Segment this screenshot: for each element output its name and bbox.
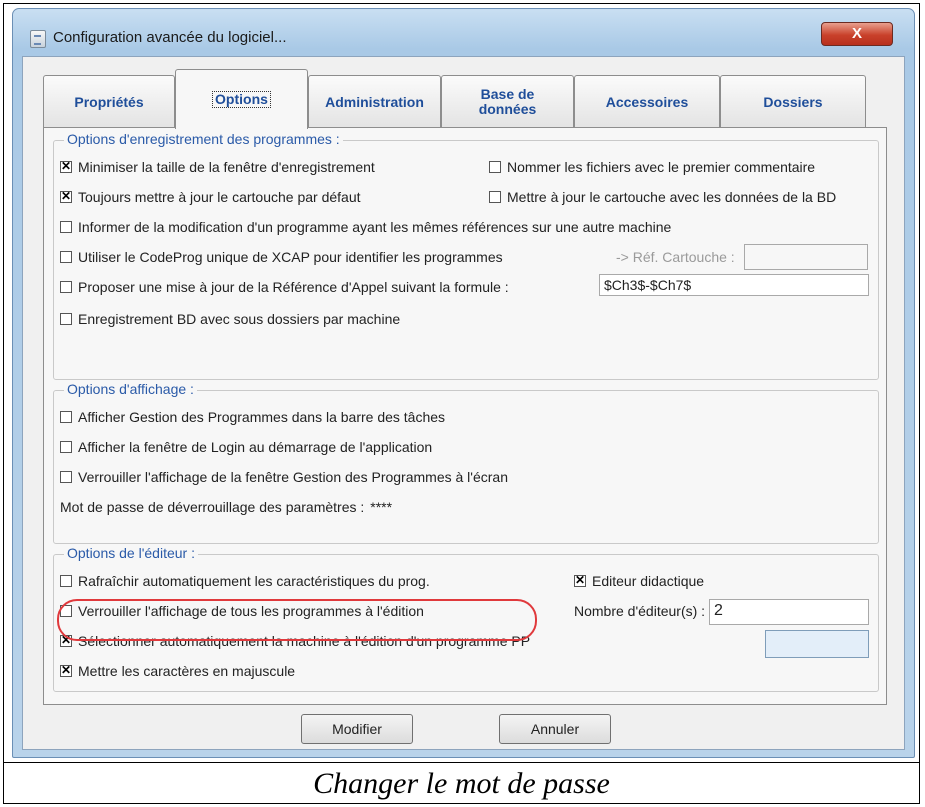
show-login-checkbox-row[interactable]: Afficher la fenêtre de Login au démarrag… bbox=[60, 437, 432, 457]
tab-label: Options bbox=[212, 91, 271, 108]
minimize-checkbox-row[interactable]: Minimiser la taille de la fenêtre d'enre… bbox=[60, 157, 375, 177]
propose-update-checkbox-row[interactable]: Proposer une mise à jour de la Référence… bbox=[60, 277, 509, 297]
ref-cartouche-label: -> Réf. Cartouche : bbox=[616, 249, 735, 265]
show-taskbar-checkbox-row[interactable]: Afficher Gestion des Programmes dans la … bbox=[60, 407, 445, 427]
checkbox-checked[interactable] bbox=[60, 189, 72, 203]
checkbox-label: Afficher Gestion des Programmes dans la … bbox=[78, 409, 446, 425]
checkbox-label: Rafraîchir automatiquement les caractéri… bbox=[78, 573, 430, 589]
ref-cartouche-field[interactable] bbox=[744, 244, 868, 270]
tab-label: Propriétés bbox=[74, 93, 144, 110]
password-field[interactable]: **** bbox=[370, 499, 392, 515]
window-title: Configuration avancée du logiciel... bbox=[53, 29, 287, 46]
checkbox-label: Editeur didactique bbox=[592, 573, 705, 589]
checkbox-label: Minimiser la taille de la fenêtre d'enre… bbox=[78, 159, 375, 175]
inform-modification-checkbox-row[interactable]: Informer de la modification d'un program… bbox=[60, 217, 671, 237]
app-icon bbox=[30, 30, 46, 48]
tab-label: Dossiers bbox=[763, 93, 823, 110]
group-title: Options d'affichage : bbox=[64, 381, 197, 397]
modify-button[interactable]: Modifier bbox=[301, 714, 413, 744]
checkbox-label: Nommer les fichiers avec le premier comm… bbox=[507, 159, 816, 175]
editor-color-field[interactable] bbox=[765, 630, 869, 658]
checkbox[interactable] bbox=[60, 471, 72, 483]
checkbox[interactable] bbox=[60, 575, 72, 587]
tab-proprietes[interactable]: Propriétés bbox=[43, 75, 175, 128]
tab-dossiers[interactable]: Dossiers bbox=[720, 75, 866, 128]
checkbox-label: Utiliser le CodeProg unique de XCAP pour… bbox=[78, 249, 503, 265]
checkbox[interactable] bbox=[60, 251, 72, 263]
didactic-editor-checkbox-row[interactable]: Editeur didactique bbox=[574, 571, 704, 591]
tab-base-de-donnees[interactable]: Base de données bbox=[441, 75, 574, 128]
use-codeprog-checkbox-row[interactable]: Utiliser le CodeProg unique de XCAP pour… bbox=[60, 247, 503, 267]
uppercase-checkbox-row[interactable]: Mettre les caractères en majuscule bbox=[60, 661, 295, 681]
tab-options[interactable]: Options bbox=[175, 69, 308, 129]
checkbox[interactable] bbox=[60, 411, 72, 423]
tab-accessoires[interactable]: Accessoires bbox=[574, 75, 720, 128]
checkbox[interactable] bbox=[60, 441, 72, 453]
tab-label: Base de données bbox=[478, 86, 537, 117]
display-options-group: Options d'affichage : Afficher Gestion d… bbox=[53, 381, 879, 544]
checkbox[interactable] bbox=[60, 281, 72, 293]
tab-label: Accessoires bbox=[605, 93, 689, 110]
checkbox[interactable] bbox=[489, 191, 501, 203]
checkbox-label: Enregistrement BD avec sous dossiers par… bbox=[78, 311, 401, 327]
caption-cell: Changer le mot de passe bbox=[3, 762, 920, 804]
group-title: Options d'enregistrement des programmes … bbox=[64, 131, 343, 147]
close-button[interactable]: X bbox=[821, 22, 893, 46]
checkbox-label: Toujours mettre à jour le cartouche par … bbox=[78, 189, 361, 205]
checkbox-label: Proposer une mise à jour de la Référence… bbox=[78, 279, 509, 295]
dialog-window: Configuration avancée du logiciel... X P… bbox=[12, 8, 915, 758]
name-files-checkbox-row[interactable]: Nommer les fichiers avec le premier comm… bbox=[489, 157, 815, 177]
checkbox-label: Verrouiller l'affichage de la fenêtre Ge… bbox=[78, 469, 508, 485]
editor-count-label: Nombre d'éditeur(s) : bbox=[574, 603, 706, 619]
figure-caption: Changer le mot de passe bbox=[313, 767, 610, 800]
update-cartouche-bd-checkbox-row[interactable]: Mettre à jour le cartouche avec les donn… bbox=[489, 187, 836, 207]
password-highlight-ellipse bbox=[57, 599, 537, 641]
checkbox[interactable] bbox=[489, 161, 501, 173]
password-row: Mot de passe de déverrouillage des param… bbox=[60, 497, 392, 517]
checkbox-checked[interactable] bbox=[60, 663, 72, 677]
checkbox-label: Afficher la fenêtre de Login au démarrag… bbox=[78, 439, 433, 455]
checkbox-label: Mettre les caractères en majuscule bbox=[78, 663, 296, 679]
checkbox[interactable] bbox=[60, 221, 72, 233]
lock-display-checkbox-row[interactable]: Verrouiller l'affichage de la fenêtre Ge… bbox=[60, 467, 508, 487]
tab-administration[interactable]: Administration bbox=[308, 75, 441, 128]
checkbox-checked[interactable] bbox=[574, 573, 586, 587]
cancel-button[interactable]: Annuler bbox=[499, 714, 611, 744]
dialog-client-area: Propriétés Options Administration Base d… bbox=[22, 56, 905, 750]
formula-field[interactable]: $Ch3$-$Ch7$ bbox=[599, 274, 869, 296]
subfolders-checkbox-row[interactable]: Enregistrement BD avec sous dossiers par… bbox=[60, 309, 400, 329]
checkbox-label: Mettre à jour le cartouche avec les donn… bbox=[507, 189, 837, 205]
title-bar[interactable]: Configuration avancée du logiciel... X bbox=[13, 9, 914, 55]
options-tab-panel: Options d'enregistrement des programmes … bbox=[43, 127, 887, 705]
checkbox[interactable] bbox=[60, 313, 72, 325]
refresh-auto-checkbox-row[interactable]: Rafraîchir automatiquement les caractéri… bbox=[60, 571, 430, 591]
group-title: Options de l'éditeur : bbox=[64, 545, 198, 561]
tab-label: Administration bbox=[325, 93, 424, 110]
checkbox-checked[interactable] bbox=[60, 159, 72, 173]
update-cartouche-checkbox-row[interactable]: Toujours mettre à jour le cartouche par … bbox=[60, 187, 361, 207]
checkbox-label: Informer de la modification d'un program… bbox=[78, 219, 672, 235]
password-label: Mot de passe de déverrouillage des param… bbox=[60, 499, 365, 515]
recording-options-group: Options d'enregistrement des programmes … bbox=[53, 131, 879, 380]
editor-count-field[interactable]: 2 bbox=[709, 599, 869, 625]
